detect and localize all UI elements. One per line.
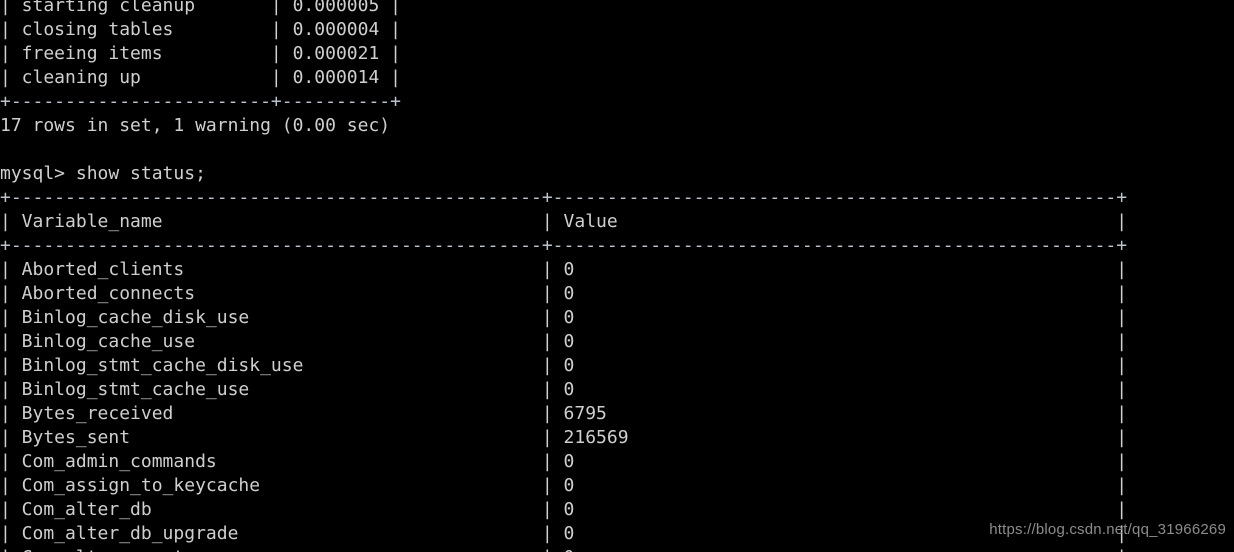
terminal-scroll-area: | starting cleanup | 0.000005 | | closing… [0, 0, 1234, 552]
status-table-header-row: | Variable_name | Value | [0, 211, 1128, 232]
status-table-top-rule: +---------------------------------------… [0, 187, 1128, 208]
status-table-row: | Aborted_connects | 0 | [0, 283, 1128, 304]
status-table-row: | Bytes_sent | 216569 | [0, 427, 1128, 448]
status-table-header-rule: +---------------------------------------… [0, 235, 1128, 256]
previous-table-row-clipped: | starting cleanup | 0.000005 | [0, 0, 401, 16]
status-table-row: | Aborted_clients | 0 | [0, 259, 1128, 280]
status-table-row: | Com_alter_event | 0 | [0, 546, 1234, 552]
watermark-text: https://blog.csdn.net/qq_31966269 [989, 521, 1226, 538]
previous-table-bottom-rule: +------------------------+----------+ [0, 91, 401, 112]
status-table-row: | Binlog_stmt_cache_disk_use | 0 | [0, 355, 1128, 376]
command-prompt-line: mysql> show status; [0, 163, 206, 184]
status-table-row: | Binlog_cache_disk_use | 0 | [0, 307, 1128, 328]
status-table-row: | Bytes_received | 6795 | [0, 403, 1128, 424]
status-table-row: | Com_assign_to_keycache | 0 | [0, 475, 1128, 496]
previous-table-row: | cleaning up | 0.000014 | [0, 67, 401, 88]
previous-table-row: | freeing items | 0.000021 | [0, 43, 401, 64]
status-table-row: | Binlog_cache_use | 0 | [0, 331, 1128, 352]
status-table-row: | Com_admin_commands | 0 | [0, 451, 1128, 472]
terminal-window[interactable]: | starting cleanup | 0.000005 | | closing… [0, 0, 1234, 552]
previous-result-status-line: 17 rows in set, 1 warning (0.00 sec) [0, 115, 391, 136]
status-table-row: | Binlog_stmt_cache_use | 0 | [0, 379, 1128, 400]
previous-table-row: | closing tables | 0.000004 | [0, 19, 401, 40]
